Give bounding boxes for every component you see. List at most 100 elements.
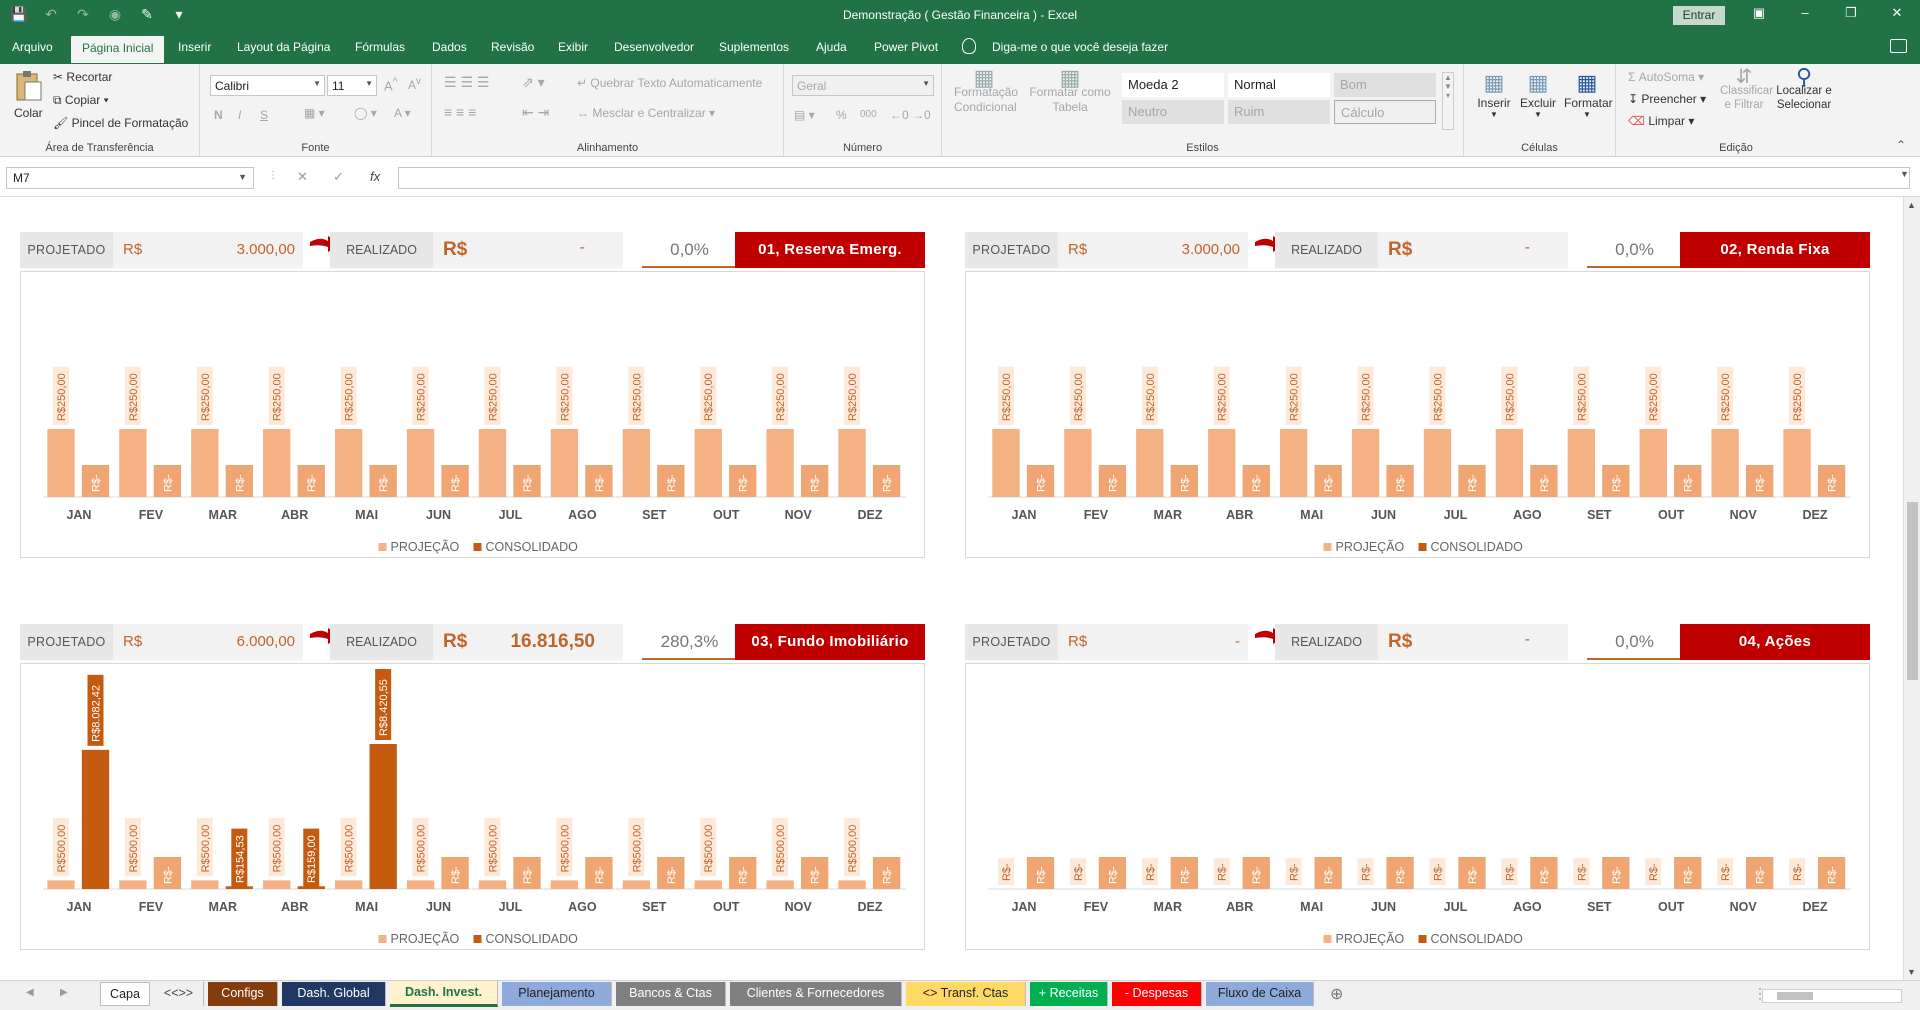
scroll-up-icon[interactable]: ▲ [1907, 200, 1916, 210]
bar-projecao[interactable] [47, 429, 75, 497]
align-top-icon[interactable]: ☰ ☰ ☰ [444, 74, 489, 91]
font-size-select[interactable]: 11 ▼ [327, 75, 377, 96]
chart-area[interactable]: R$- R$- JAN R$- R$- FEV R$- R$- MAR R$- R$- ABR R$- R… [965, 663, 1870, 950]
bar-projecao[interactable] [550, 429, 579, 497]
underline-button[interactable]: S [260, 108, 268, 122]
bar-projecao[interactable] [1136, 429, 1164, 497]
bar-projecao[interactable] [263, 880, 291, 889]
tab-formulas[interactable]: Fórmulas [355, 40, 405, 54]
bar-projecao[interactable] [334, 429, 363, 497]
bar-projecao[interactable] [1711, 429, 1739, 497]
indent-icon[interactable]: ⇤ ⇥ [522, 104, 549, 121]
style-neutro[interactable]: Neutro [1122, 100, 1224, 124]
tab-dados[interactable]: Dados [432, 40, 467, 54]
currency-icon[interactable]: ▤ ▾ [794, 108, 815, 122]
fill-button[interactable]: ↧ Preencher ▾ [1628, 92, 1706, 106]
sheet-tab[interactable]: Planejamento [502, 982, 612, 1006]
font-color-icon[interactable]: A ▾ [394, 106, 411, 120]
bar-projecao[interactable] [1783, 429, 1811, 497]
fill-color-icon[interactable]: ◯ ▾ [354, 106, 377, 120]
paste-button[interactable]: Colar [14, 106, 43, 120]
styles-scroll-icon[interactable]: ▲ ▼ ▾ [1442, 72, 1454, 130]
scroll-down-icon[interactable]: ▼ [1907, 967, 1916, 977]
borders-icon[interactable]: ▦ ▾ [304, 106, 325, 120]
bar-projecao[interactable] [191, 880, 219, 889]
name-box[interactable]: M7 ▼ [6, 167, 254, 189]
clear-button[interactable]: ⌫ Limpar ▾ [1628, 114, 1694, 128]
bar-projecao[interactable] [766, 880, 794, 889]
close-icon[interactable]: ✕ [1882, 5, 1912, 21]
bar-projecao[interactable] [1064, 429, 1092, 497]
tab-arquivo[interactable]: Arquivo [12, 40, 53, 54]
bar-projecao[interactable] [694, 429, 722, 497]
bar-projecao[interactable] [1423, 429, 1452, 497]
horizontal-scrollbar[interactable] [1762, 989, 1902, 1003]
minimize-icon[interactable]: – [1790, 5, 1820, 20]
tab-suplementos[interactable]: Suplementos [719, 40, 789, 54]
signin-button[interactable]: Entrar [1673, 6, 1725, 25]
bar-projecao[interactable] [119, 429, 147, 497]
italic-button[interactable]: I [238, 108, 241, 122]
bar-projecao[interactable] [191, 429, 219, 497]
bar-projecao[interactable] [1567, 429, 1595, 497]
sheet-tab[interactable]: Capa [100, 982, 150, 1006]
sheet-tab[interactable]: Bancos & Ctas [616, 982, 726, 1006]
font-name-select[interactable]: Calibri ▼ [210, 75, 325, 96]
merge-center-button[interactable]: ↔ Mesclar e Centralizar ▾ [577, 106, 715, 120]
sheet-tab[interactable]: Fluxo de Caixa [1206, 982, 1314, 1006]
insert-cells-button[interactable]: ▦ Inserir ▼ [1474, 70, 1514, 119]
bar-projecao[interactable] [622, 880, 650, 889]
format-cells-button[interactable]: ▦ Formatar ▼ [1564, 70, 1613, 119]
cancel-icon[interactable]: ✕ [297, 169, 308, 185]
bar-projecao[interactable] [622, 429, 650, 497]
sheet-tab[interactable]: Clientes & Fornecedores [730, 982, 902, 1006]
tab-pagina-inicial[interactable]: Página Inicial [71, 36, 165, 63]
ribbon-display-icon[interactable]: ▣ [1744, 5, 1774, 21]
grow-font-icon[interactable]: A^ [384, 76, 398, 93]
style-calculo[interactable]: Cálculo [1334, 100, 1436, 124]
bar-projecao[interactable] [334, 880, 363, 889]
hscroll-thumb[interactable] [1777, 992, 1813, 1000]
copy-button[interactable]: ⧉ Copiar ▾ [53, 93, 109, 108]
sort-filter-button[interactable]: ⇵ Classificar e Filtrar [1720, 67, 1773, 112]
bar-projecao[interactable] [838, 429, 866, 497]
bold-button[interactable]: N [214, 108, 223, 122]
enter-icon[interactable]: ✓ [333, 169, 344, 185]
tab-desenvolvedor[interactable]: Desenvolvedor [614, 40, 694, 54]
bar-projecao[interactable] [263, 429, 291, 497]
wrap-text-button[interactable]: ↵ Quebrar Texto Automaticamente [577, 76, 762, 90]
align-left-icon[interactable]: ≡ ≡ ≡ [444, 104, 476, 120]
chart-area[interactable]: R$250,00 R$- JAN R$250,00 R$- FEV R$250,00 R$- M… [20, 271, 925, 558]
bar-projecao[interactable] [1279, 429, 1308, 497]
sheet-tab[interactable]: + Receitas [1030, 982, 1108, 1006]
bar-projecao[interactable] [694, 880, 722, 889]
tab-exibir[interactable]: Exibir [558, 40, 588, 54]
collapse-ribbon-icon[interactable]: ⌃ [1896, 138, 1906, 152]
number-format-select[interactable]: Geral ▼ [792, 75, 934, 96]
thousands-button[interactable]: 000 [860, 109, 877, 120]
sheet-tab[interactable]: Configs [208, 982, 278, 1006]
tab-ajuda[interactable]: Ajuda [816, 40, 847, 54]
restore-icon[interactable]: ❐ [1836, 5, 1866, 21]
bar-projecao[interactable] [478, 429, 507, 497]
chart-area[interactable]: R$500,00 R$8.082,42 JAN R$500,00 R$- FEV R$500… [20, 663, 925, 950]
tab-power-pivot[interactable]: Power Pivot [874, 40, 938, 54]
style-bom[interactable]: Bom [1334, 73, 1436, 97]
format-painter-button[interactable]: 🖌 Pincel de Formatação [53, 116, 188, 130]
insert-function-button[interactable]: fx [370, 169, 380, 184]
add-sheet-icon[interactable]: ⊕ [1330, 984, 1343, 1004]
autosum-button[interactable]: Σ AutoSoma ▾ [1628, 70, 1704, 84]
tell-me-search[interactable]: Diga-me o que você deseja fazer [992, 40, 1168, 54]
scroll-thumb[interactable] [1907, 502, 1918, 680]
sheet-tab[interactable]: Dash. Invest. [390, 981, 498, 1007]
style-moeda2[interactable]: Moeda 2 [1122, 73, 1224, 97]
bar-projecao[interactable] [1208, 429, 1236, 497]
bar-projecao[interactable] [992, 429, 1020, 497]
tab-revisao[interactable]: Revisão [491, 40, 534, 54]
sheet-tab[interactable]: <<>> [154, 982, 204, 1006]
tab-layout[interactable]: Layout da Página [237, 40, 330, 54]
bar-projecao[interactable] [119, 880, 147, 889]
format-as-table-button[interactable]: ▦ Formatar como Tabela [1028, 67, 1112, 115]
find-select-button[interactable]: ⚲ Localizar e Selecionar [1772, 66, 1836, 112]
sheet-tab[interactable]: <> Transf. Ctas [906, 982, 1026, 1006]
